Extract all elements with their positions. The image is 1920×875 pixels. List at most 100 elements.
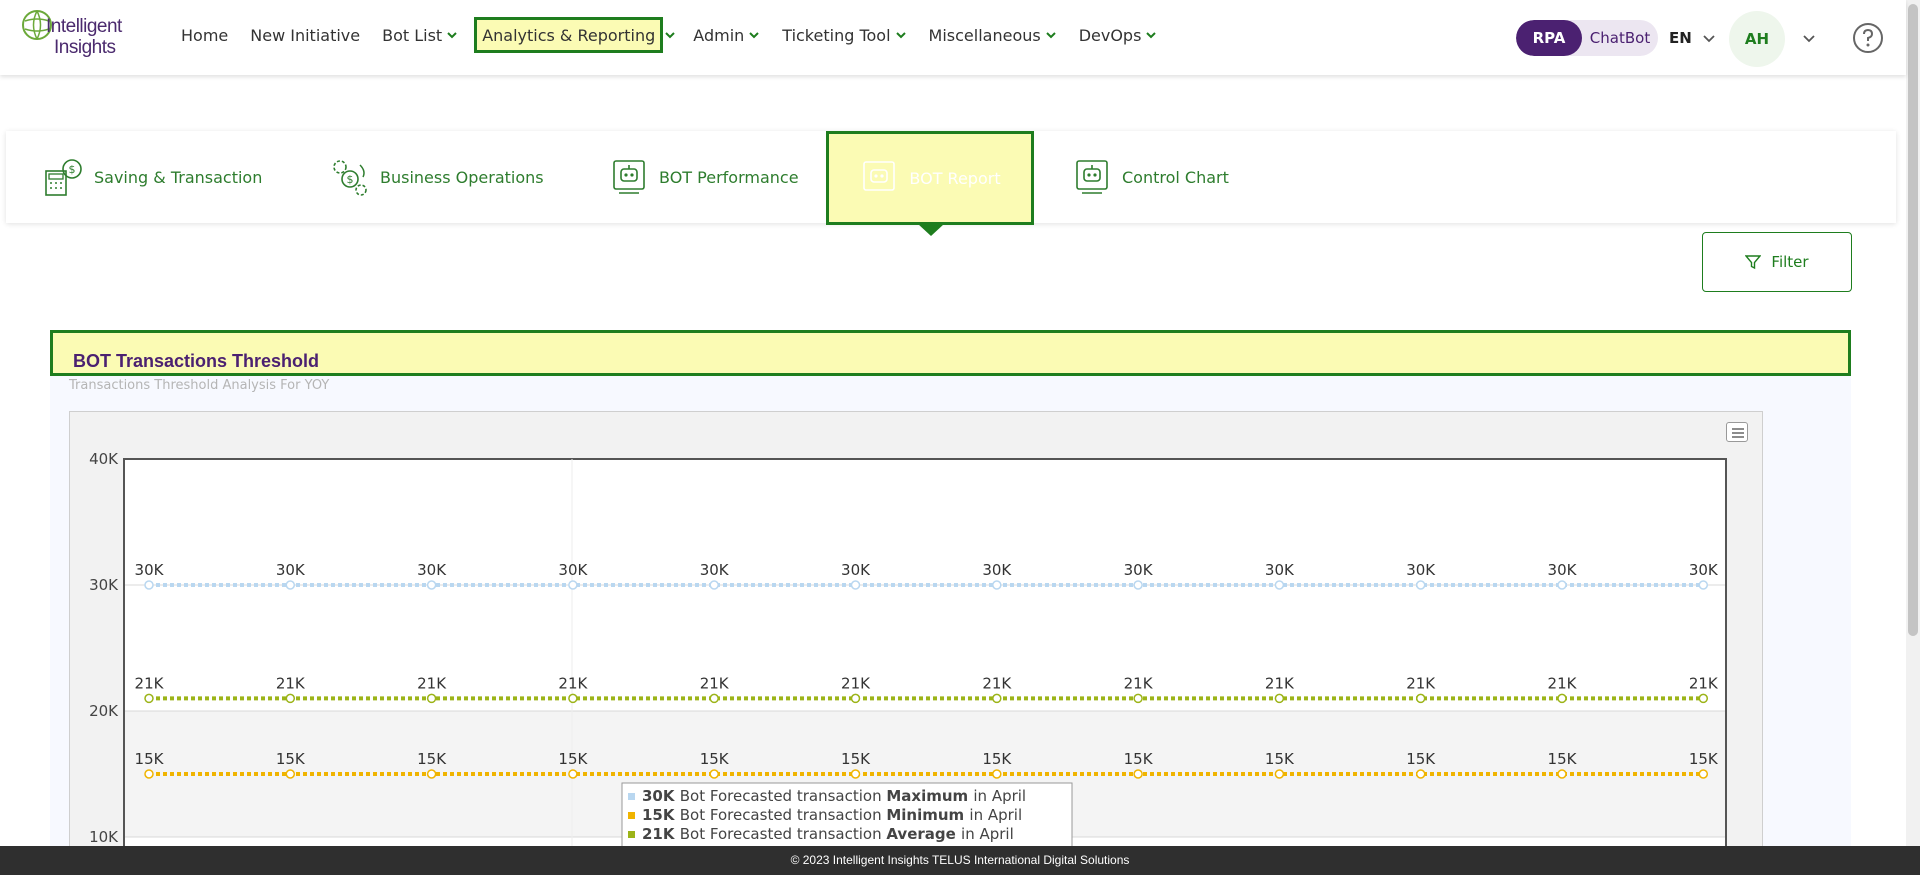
data-point — [850, 769, 861, 779]
nav-analytics-label: Analytics & Reporting — [482, 25, 656, 45]
tab-control-chart[interactable]: Control Chart — [1072, 131, 1229, 223]
data-point — [709, 769, 719, 779]
data-point — [992, 769, 1002, 779]
header-right: RPA ChatBot EN AH — [1516, 0, 1906, 75]
data-label: 30K — [700, 561, 730, 579]
y-tick-label: 10K — [89, 828, 119, 846]
nav-analytics-reporting[interactable]: Analytics & Reporting — [474, 17, 664, 53]
robot-report-icon — [613, 160, 645, 194]
data-label: 30K — [841, 561, 871, 579]
y-tick-label: 30K — [89, 576, 119, 594]
data-point — [1557, 693, 1567, 704]
data-point — [1133, 580, 1143, 590]
user-avatar[interactable]: AH — [1729, 11, 1785, 67]
data-point — [1133, 769, 1143, 779]
hamburger-icon — [1732, 428, 1744, 438]
scrollbar-thumb[interactable] — [1908, 4, 1918, 636]
data-point — [1557, 769, 1567, 779]
data-point — [144, 769, 154, 779]
legend-swatch — [628, 793, 635, 800]
data-point — [992, 693, 1002, 704]
panel-title: BOT Transactions Threshold — [73, 351, 320, 371]
data-label: 30K — [1265, 561, 1295, 579]
rpa-chatbot-toggle[interactable]: RPA ChatBot — [1516, 20, 1658, 56]
nav-devops[interactable]: DevOps — [1076, 20, 1161, 50]
chart-menu-button[interactable] — [1726, 422, 1748, 442]
nav-devops-label: DevOps — [1078, 25, 1142, 45]
tab-label: Saving & Transaction — [94, 167, 263, 187]
chevron-down-icon — [895, 32, 906, 39]
tab-label: BOT Performance — [659, 167, 799, 187]
filter-button[interactable]: Filter — [1702, 232, 1852, 292]
page-footer: © 2023 Intelligent Insights TELUS Intern… — [0, 846, 1920, 875]
tab-label: BOT Report — [909, 168, 1001, 188]
data-point — [568, 580, 578, 590]
data-label: 21K — [841, 674, 871, 692]
tab-bot-report[interactable]: BOT Report — [826, 131, 1034, 225]
nav-new-initiative[interactable]: New Initiative — [247, 20, 363, 50]
tab-label: Business Operations — [380, 167, 544, 187]
data-label: 21K — [1689, 674, 1719, 692]
logo-text-line1: Intelligent — [46, 16, 122, 37]
data-label: 15K — [841, 750, 871, 768]
help-icon[interactable] — [1852, 22, 1884, 54]
data-point — [285, 693, 296, 704]
app-logo[interactable]: Intelligent Insights — [20, 8, 140, 60]
data-label: 15K — [417, 750, 447, 768]
robot-report-icon — [863, 161, 896, 191]
nav-home[interactable]: Home — [178, 20, 231, 50]
data-label: 21K — [700, 674, 730, 692]
tab-saving-transaction[interactable]: $ Saving & Transaction — [44, 131, 262, 223]
chevron-down-icon — [749, 32, 759, 39]
data-label: 15K — [1406, 750, 1436, 768]
data-label: 30K — [558, 561, 588, 579]
nav-miscellaneous[interactable]: Miscellaneous — [926, 20, 1060, 50]
nav-ticketing-tool[interactable]: Ticketing Tool — [779, 20, 909, 50]
data-point — [1698, 580, 1709, 590]
legend-swatch — [628, 812, 635, 819]
chevron-down-icon[interactable] — [1802, 31, 1816, 45]
data-point — [568, 769, 578, 779]
data-point — [285, 769, 296, 779]
data-label: 21K — [1124, 674, 1154, 692]
tab-business-operations[interactable]: $ Business Operations — [330, 131, 544, 223]
data-point — [426, 580, 437, 590]
panel-subtitle: Transactions Threshold Analysis For YOY — [69, 378, 330, 393]
data-point — [144, 580, 154, 590]
main-nav: Home New Initiative Bot List Analytics &… — [178, 0, 1176, 70]
data-point — [285, 580, 296, 590]
gears-dollar-icon: $ — [333, 160, 367, 196]
data-label: 15K — [1548, 750, 1578, 768]
rpa-toggle-option[interactable]: RPA — [1516, 20, 1582, 56]
data-point — [1415, 580, 1426, 590]
data-point — [568, 693, 578, 704]
svg-text:$: $ — [69, 163, 76, 176]
nav-new-initiative-label: New Initiative — [250, 25, 361, 45]
chevron-down-icon[interactable] — [1702, 31, 1716, 45]
data-point — [850, 580, 861, 590]
tab-bot-performance[interactable]: BOT Performance — [609, 131, 799, 223]
data-label: 15K — [700, 750, 730, 768]
legend-swatch — [628, 831, 635, 838]
language-selector[interactable]: EN — [1669, 29, 1692, 47]
chevron-down-icon — [1146, 32, 1157, 39]
tab-label: Control Chart — [1122, 167, 1229, 187]
data-point — [1415, 693, 1426, 704]
data-point — [1557, 580, 1567, 590]
svg-text:$: $ — [347, 173, 354, 186]
nav-bot-list-label: Bot List — [382, 25, 443, 45]
chatbot-toggle-option[interactable]: ChatBot — [1582, 20, 1658, 56]
legend-entry: 15K Bot Forecasted transaction Minimum i… — [642, 806, 1022, 824]
data-label: 30K — [1406, 561, 1436, 579]
data-label: 21K — [558, 674, 588, 692]
data-label: 21K — [135, 674, 165, 692]
data-label: 15K — [135, 750, 165, 768]
nav-home-label: Home — [181, 25, 229, 45]
active-tab-indicator — [918, 224, 944, 236]
data-label: 21K — [982, 674, 1012, 692]
data-point — [850, 693, 861, 704]
nav-admin-label: Admin — [693, 25, 745, 45]
nav-bot-list[interactable]: Bot List — [379, 20, 461, 50]
nav-admin[interactable]: Admin — [690, 20, 763, 50]
chevron-down-icon — [447, 32, 457, 39]
